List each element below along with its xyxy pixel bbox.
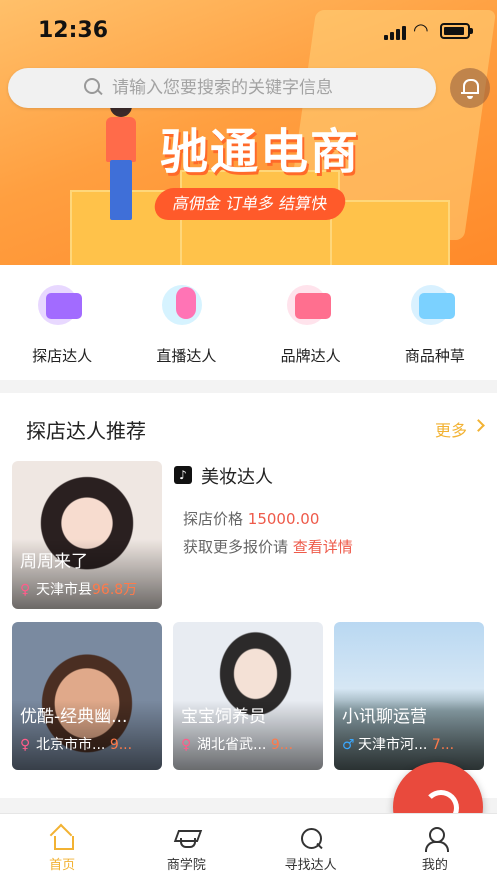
- search-input[interactable]: [112, 68, 422, 108]
- quote-tip: 获取更多报价请 查看详情: [183, 538, 353, 556]
- category-live-expert[interactable]: 直播达人: [124, 265, 248, 380]
- category-product-seeding[interactable]: 商品种草: [373, 265, 497, 380]
- status-bar: 12:36 ◠: [0, 0, 497, 60]
- banner-subtitle: 高佣金 订单多 结算快: [152, 188, 348, 220]
- wifi-icon: ◠: [413, 20, 429, 41]
- category-label: 探店达人: [32, 347, 93, 365]
- category-grid: 探店达人 直播达人 品牌达人 商品种草: [0, 265, 497, 380]
- status-time: 12:36: [38, 18, 109, 43]
- tab-academy[interactable]: 商学院: [124, 814, 248, 883]
- tab-home[interactable]: 首页: [0, 814, 124, 883]
- user-icon: [423, 826, 449, 852]
- expert-card[interactable]: 小讯聊运营 ♂ 天津市河... 7...: [334, 622, 484, 770]
- banner-title: 驰通电商: [159, 124, 360, 180]
- price-value: 15000.00: [247, 510, 320, 528]
- tab-find-experts[interactable]: 寻找达人: [249, 814, 373, 883]
- expert-card[interactable]: 优酷-经典幽... ♀ 北京市市... 9...: [12, 622, 162, 770]
- featured-expert-card[interactable]: 周周来了 ♀ 天津市县96.8万: [12, 461, 162, 609]
- tab-label: 商学院: [166, 858, 206, 873]
- shop-screen-icon: [36, 279, 88, 331]
- cellular-signal-icon: [384, 24, 406, 40]
- tiktok-icon: ♪: [174, 466, 192, 484]
- search-person-icon: [299, 826, 323, 850]
- radio-box-icon: [285, 279, 337, 331]
- expert-location: ♀ 湖北省武... 9...: [181, 737, 294, 753]
- expert-location: ♂ 天津市河... 7...: [342, 737, 455, 753]
- category-brand-expert[interactable]: 品牌达人: [249, 265, 373, 380]
- category-label: 商品种草: [404, 347, 465, 365]
- bottom-tab-bar: 首页 商学院 寻找达人 我的: [0, 813, 497, 883]
- graduation-cap-icon: [174, 826, 198, 850]
- female-icon: ♀: [20, 582, 31, 598]
- category-label: 品牌达人: [280, 347, 341, 365]
- expert-name: 宝宝饲养员: [181, 707, 266, 727]
- expert-name: 优酷-经典幽...: [20, 707, 128, 727]
- section-title: 探店达人推荐: [26, 419, 146, 443]
- male-icon: ♂: [342, 737, 355, 753]
- price-row: 探店价格 15000.00: [183, 510, 320, 528]
- app-root: 驰通电商 高佣金 订单多 结算快 12:36 ◠ 探店达人 直播达人: [0, 0, 497, 883]
- map-pin-icon: [409, 279, 461, 331]
- search-icon: [84, 78, 104, 98]
- view-details-link[interactable]: 查看详情: [293, 538, 353, 556]
- recommend-section: 探店达人推荐 更多 周周来了 ♀ 天津市县96.8万 ♪ 美妆达人 探店价格 15…: [0, 393, 497, 798]
- tab-label: 首页: [49, 858, 76, 873]
- microphone-icon: [160, 279, 212, 331]
- expert-category: 美妆达人: [201, 467, 273, 488]
- expert-location: ♀ 天津市县96.8万: [20, 582, 138, 598]
- category-shop-expert[interactable]: 探店达人: [0, 265, 124, 380]
- more-link[interactable]: 更多: [435, 417, 467, 441]
- battery-icon: [440, 23, 473, 39]
- expert-location: ♀ 北京市市... 9...: [20, 737, 133, 753]
- category-label: 直播达人: [156, 347, 217, 365]
- notification-bell-icon[interactable]: [450, 68, 490, 108]
- expert-card[interactable]: 宝宝饲养员 ♀ 湖北省武... 9...: [173, 622, 323, 770]
- home-icon: [50, 826, 75, 850]
- expert-name: 周周来了: [20, 552, 88, 572]
- tab-profile[interactable]: 我的: [373, 814, 497, 883]
- tab-label: 寻找达人: [284, 858, 337, 873]
- female-icon: ♀: [181, 737, 192, 753]
- female-icon: ♀: [20, 737, 31, 753]
- search-bar[interactable]: [8, 68, 436, 108]
- chevron-right-icon[interactable]: [472, 419, 485, 432]
- tab-label: 我的: [421, 858, 448, 873]
- expert-name: 小讯聊运营: [342, 707, 427, 727]
